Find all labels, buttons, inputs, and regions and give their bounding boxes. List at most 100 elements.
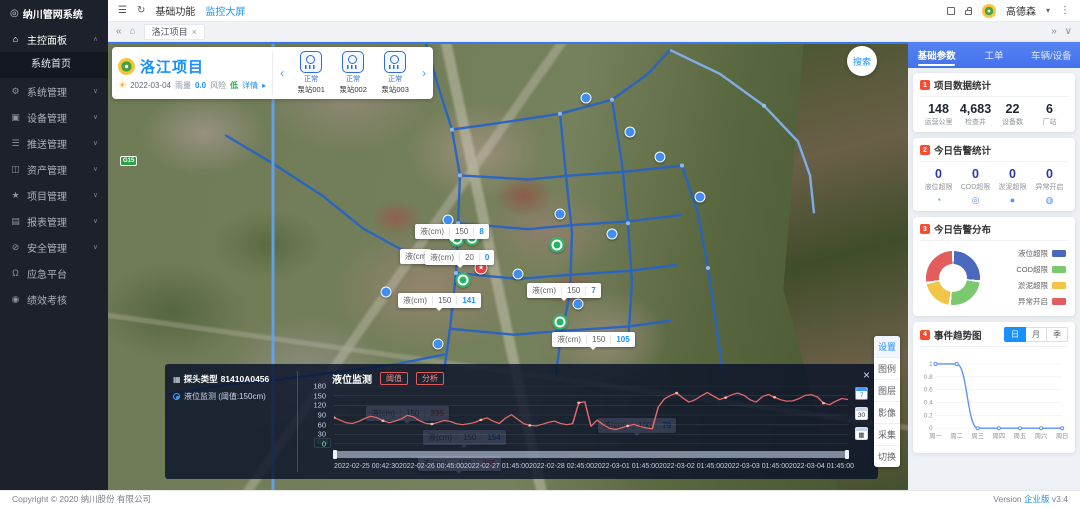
station-card[interactable]: 正常泵站003 bbox=[374, 51, 416, 95]
map-tool-切换[interactable]: 切换 bbox=[874, 446, 900, 467]
legend-item[interactable]: COD超限 bbox=[1016, 264, 1066, 275]
probe-icon: ▦ bbox=[173, 375, 181, 384]
analyze-button[interactable]: 分析 bbox=[416, 372, 444, 385]
legend-label: 异常开启 bbox=[1018, 296, 1048, 307]
sidebar-item-emergency-platform[interactable]: Ω应急平台 bbox=[0, 260, 108, 286]
card-number-badge: 4 bbox=[920, 330, 930, 340]
stat-label: 厂站 bbox=[1031, 117, 1068, 127]
blue-marker[interactable] bbox=[573, 299, 584, 310]
x-tick-label: 2022-02-25 00:42:30 bbox=[334, 463, 399, 470]
station-card[interactable]: 正常泵站002 bbox=[332, 51, 374, 95]
green-marker[interactable] bbox=[550, 238, 565, 253]
sidebar-item-report-mgmt[interactable]: ▤报表管理∨ bbox=[0, 208, 108, 234]
chevron-down-icon[interactable]: ▾ bbox=[1046, 6, 1050, 15]
close-overlay-icon[interactable]: × bbox=[863, 369, 870, 381]
home-icon[interactable]: ⌂ bbox=[130, 26, 136, 37]
carousel-prev-icon[interactable]: ‹ bbox=[279, 66, 285, 80]
blue-marker[interactable] bbox=[695, 192, 706, 203]
trend-toggle-日[interactable]: 日 bbox=[1004, 327, 1026, 342]
level-chart-brush[interactable] bbox=[334, 451, 848, 458]
legend-item[interactable]: 异常开启 bbox=[1016, 296, 1066, 307]
map-tool-图层[interactable]: 图层 bbox=[874, 380, 900, 402]
menu-tab-basic[interactable]: 基础功能 bbox=[155, 3, 195, 18]
station-card[interactable]: 正常泵站001 bbox=[290, 51, 332, 95]
day-view-icon[interactable]: 7 bbox=[855, 387, 868, 400]
green-marker[interactable] bbox=[553, 315, 568, 330]
svg-text:周四: 周四 bbox=[993, 432, 1006, 440]
app-logo: ◎ 纳川管网系统 bbox=[0, 0, 108, 26]
blue-marker[interactable] bbox=[381, 287, 392, 298]
legend-chip bbox=[1052, 250, 1066, 257]
expand-tabs-icon[interactable]: » bbox=[1051, 26, 1057, 37]
month-view-icon[interactable]: 30 bbox=[855, 407, 868, 420]
sidebar-item-safety-mgmt[interactable]: ⊘安全管理∨ bbox=[0, 234, 108, 260]
sidebar-item-asset-mgmt[interactable]: ◫资产管理∨ bbox=[0, 156, 108, 182]
blue-marker[interactable] bbox=[513, 269, 524, 280]
calendar-grid-icon[interactable]: ▦ bbox=[855, 427, 868, 440]
fullscreen-icon[interactable] bbox=[947, 7, 955, 15]
water-level-icon[interactable]: ◔ bbox=[920, 195, 957, 205]
sidebar-item-device-mgmt[interactable]: ▣设备管理∨ bbox=[0, 104, 108, 130]
sidebar-item-project-mgmt[interactable]: ★项目管理∨ bbox=[0, 182, 108, 208]
stat-item: 22设备数 bbox=[994, 102, 1031, 127]
map-search-button[interactable]: 搜索 bbox=[847, 46, 877, 76]
sidebar-item-push-mgmt[interactable]: ☰推送管理∨ bbox=[0, 130, 108, 156]
tooltip-unit: 液(cm) bbox=[403, 295, 427, 306]
right-tab-1[interactable]: 工单 bbox=[965, 42, 1022, 68]
hamburger-icon[interactable]: ☰ bbox=[118, 5, 127, 16]
more-menu-icon[interactable]: ⋮ bbox=[1060, 5, 1070, 16]
svg-text:周日: 周日 bbox=[1056, 432, 1068, 440]
stat-label: 运营公里 bbox=[920, 117, 957, 127]
avatar[interactable] bbox=[982, 4, 996, 18]
right-tab-2[interactable]: 车辆/设备 bbox=[1023, 42, 1080, 68]
trend-toggle-月[interactable]: 月 bbox=[1026, 327, 1047, 342]
map-tool-影像[interactable]: 影像 bbox=[874, 402, 900, 424]
map-tool-图例[interactable]: 图例 bbox=[874, 358, 900, 380]
level-chart-svg bbox=[334, 386, 848, 444]
map-tool-采集[interactable]: 采集 bbox=[874, 424, 900, 446]
lock-icon[interactable] bbox=[965, 10, 972, 15]
alarm-icon[interactable]: ◍ bbox=[1031, 195, 1068, 206]
risk-label: 风险 bbox=[210, 80, 226, 91]
sidebar-item-system-mgmt[interactable]: ⚙系统管理∨ bbox=[0, 78, 108, 104]
silt-icon[interactable]: ● bbox=[994, 195, 1031, 205]
close-tab-icon[interactable]: × bbox=[192, 27, 197, 37]
tab-luojiang-project[interactable]: 洛江项目 × bbox=[144, 24, 205, 40]
map-tool-设置[interactable]: 设置 bbox=[874, 336, 900, 358]
card-number-badge: 2 bbox=[920, 145, 930, 155]
legend-item[interactable]: 液位超限 bbox=[1016, 248, 1066, 259]
road-badge: G15 bbox=[120, 156, 137, 166]
collapse-tabs-icon[interactable]: « bbox=[116, 26, 122, 37]
blue-marker[interactable] bbox=[581, 93, 592, 104]
sidebar-subitem-system-home[interactable]: 系统首页 bbox=[0, 52, 108, 78]
svg-text:0: 0 bbox=[929, 425, 933, 432]
stat-label: COD超限 bbox=[957, 182, 994, 192]
blue-marker[interactable] bbox=[433, 339, 444, 350]
map-canvas[interactable]: G15G15 ★ 液(cm)1508液(cm液(cm)200液(cm)1507液… bbox=[108, 42, 908, 490]
menu-tab-monitor[interactable]: 监控大屏 bbox=[205, 3, 245, 18]
carousel-next-icon[interactable]: › bbox=[421, 66, 427, 80]
blue-marker[interactable] bbox=[607, 229, 618, 240]
trend-toggle-季[interactable]: 季 bbox=[1047, 327, 1068, 342]
legend-item[interactable]: 淤泥超限 bbox=[1016, 280, 1066, 291]
user-name[interactable]: 高德森 bbox=[1006, 3, 1036, 18]
detail-link[interactable]: 详情 bbox=[242, 80, 258, 91]
green-marker[interactable] bbox=[456, 273, 471, 288]
gauge-icon[interactable]: ◎ bbox=[957, 195, 994, 206]
project-info-card: 洛江项目 ☀ 2022-03-04 雨量 0.0 风险 低 详情 ▸ bbox=[112, 47, 433, 99]
sidebar-item-main-panel[interactable]: ⌂主控面板∧ bbox=[0, 26, 108, 52]
blue-marker[interactable] bbox=[655, 152, 666, 163]
blue-marker[interactable] bbox=[555, 209, 566, 220]
right-tab-0[interactable]: 基础参数 bbox=[908, 42, 965, 68]
tooltip-threshold: 150 bbox=[455, 227, 468, 236]
refresh-icon[interactable]: ↻ bbox=[137, 5, 145, 16]
level-radio[interactable] bbox=[173, 393, 180, 400]
threshold-button[interactable]: 阈值 bbox=[380, 372, 408, 385]
tab-menu-icon[interactable]: ∨ bbox=[1065, 26, 1072, 37]
stat-item: 0异常开启◍ bbox=[1031, 167, 1068, 206]
performance-icon: ◉ bbox=[10, 294, 21, 305]
version-edition[interactable]: 企业版 bbox=[1024, 494, 1050, 504]
detail-arrow-icon[interactable]: ▸ bbox=[262, 81, 266, 90]
sidebar-item-performance-review[interactable]: ◉绩效考核 bbox=[0, 286, 108, 312]
blue-marker[interactable] bbox=[625, 127, 636, 138]
